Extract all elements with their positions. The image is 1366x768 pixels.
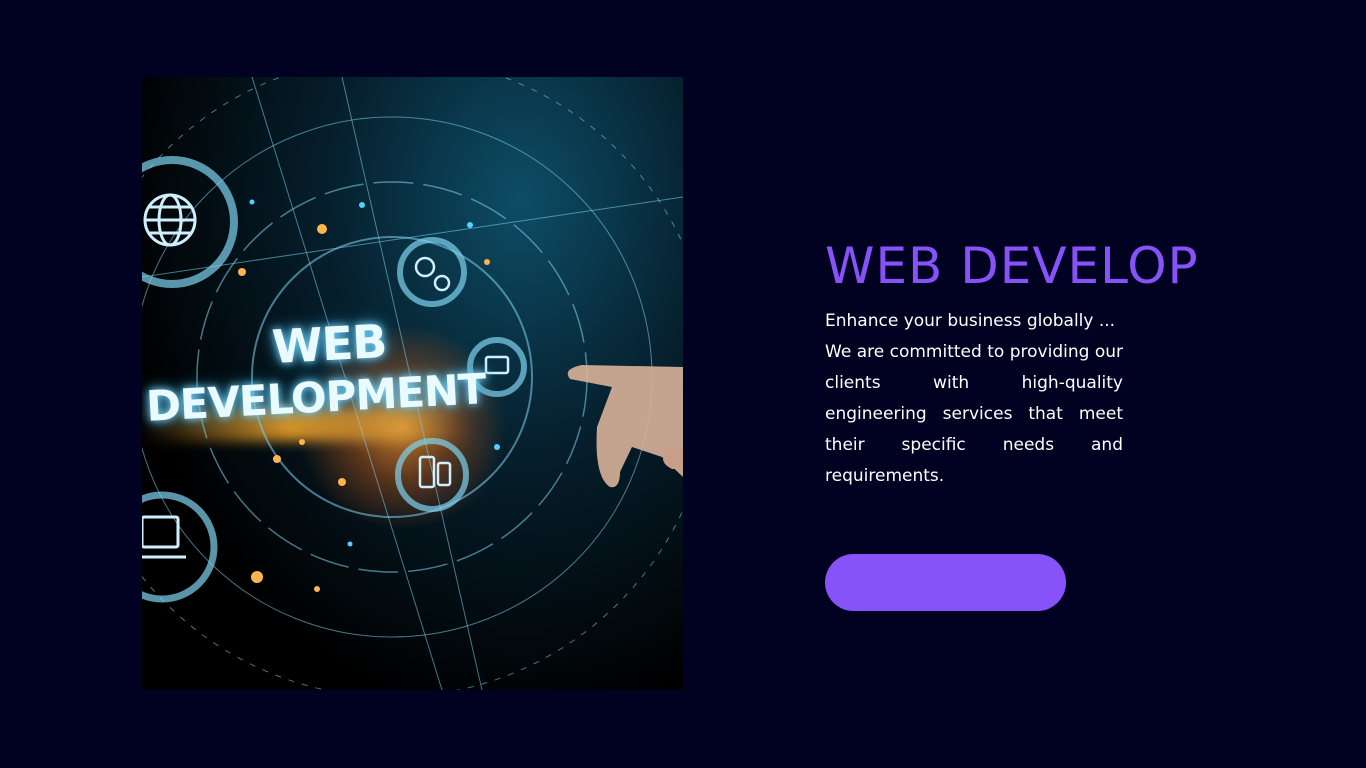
code-laptop-icon [142, 491, 218, 603]
page: WEB DEVELOPMENT WEB DEVELOP Enhance your… [0, 0, 1366, 768]
web-development-hero-image: WEB DEVELOPMENT [142, 77, 683, 690]
description: We are committed to providing our client… [825, 342, 1123, 486]
hand-graphic [567, 365, 683, 488]
cta-button[interactable] [825, 554, 1066, 611]
page-title: WEB DEVELOP [825, 237, 1199, 295]
tagline: Enhance your business globally ... [825, 311, 1116, 331]
hero-image-text-web: WEB [270, 314, 388, 374]
gears-icon [397, 237, 467, 307]
mobile-icon [395, 438, 469, 512]
globe-icon [142, 156, 238, 288]
